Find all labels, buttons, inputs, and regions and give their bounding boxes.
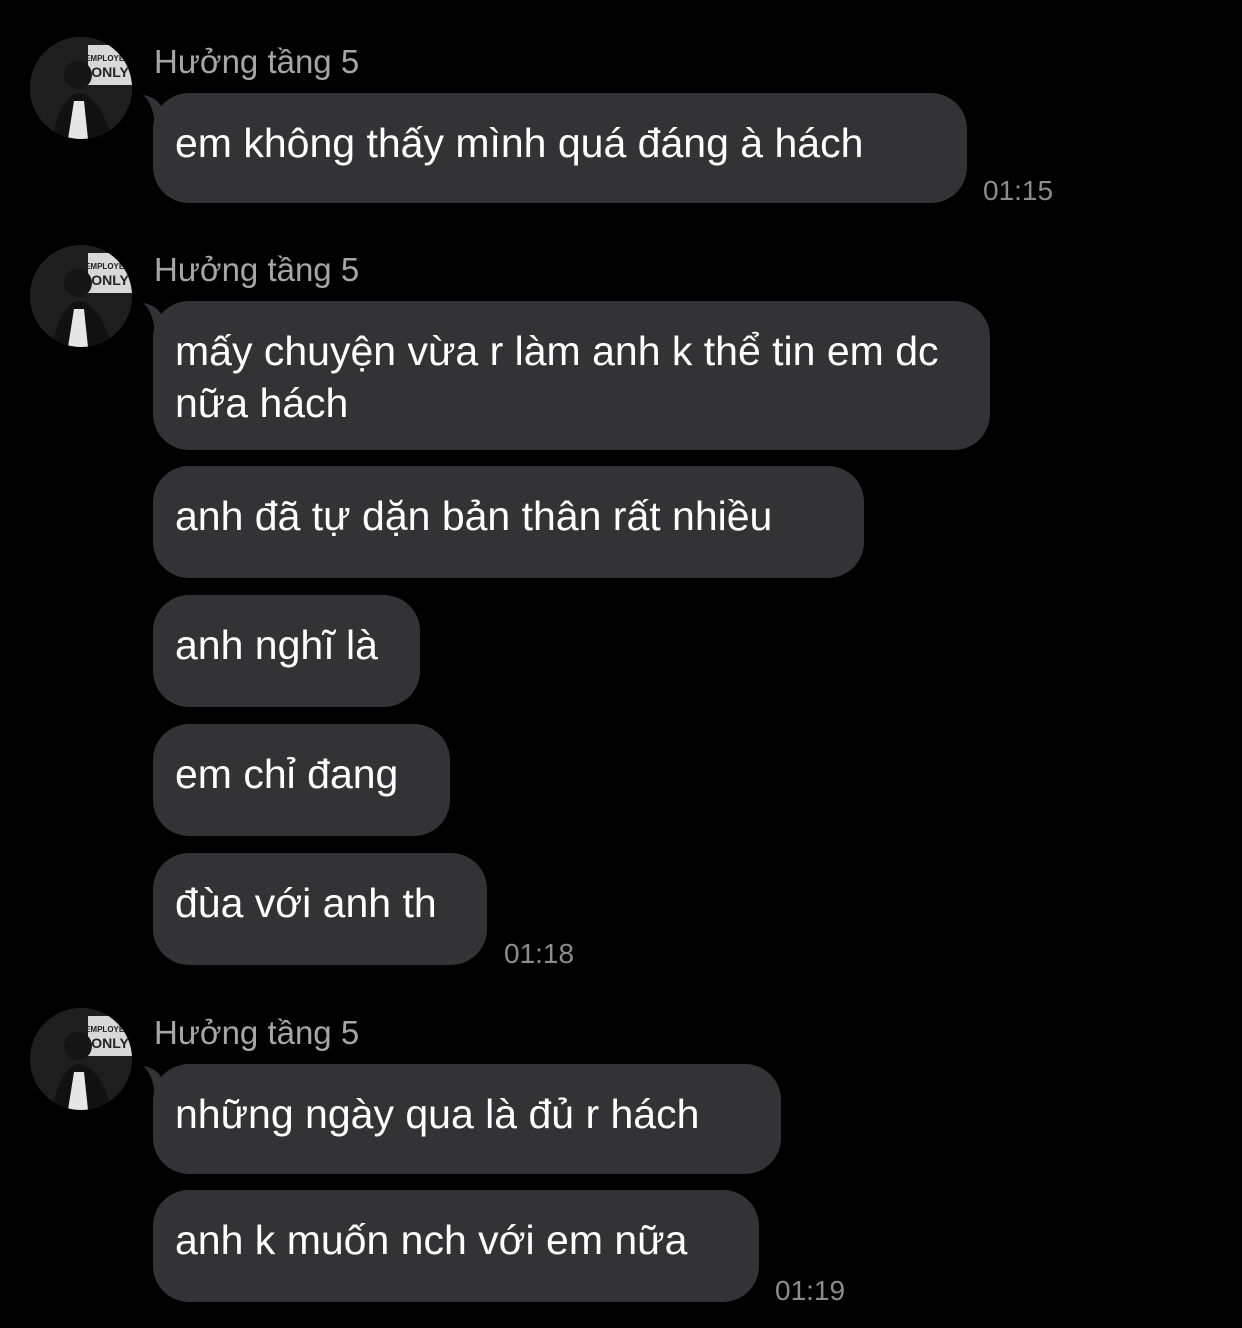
message-bubble[interactable]: đùa với anh th xyxy=(153,853,487,965)
message-bubble[interactable]: em không thấy mình quá đáng à hách xyxy=(153,93,967,203)
svg-text:EMPLOYEES: EMPLOYEES xyxy=(85,54,132,63)
svg-text:ONLY: ONLY xyxy=(91,1035,129,1051)
svg-text:EMPLOYEES: EMPLOYEES xyxy=(85,262,132,271)
contact-avatar[interactable]: EMPLOYEES ONLY xyxy=(30,245,132,347)
sender-name: Hưởng tầng 5 xyxy=(154,43,360,80)
message-bubble[interactable]: mấy chuyện vừa r làm anh k thể tin em dc… xyxy=(153,301,990,450)
svg-text:EMPLOYEES: EMPLOYEES xyxy=(85,1025,132,1034)
avatar-photo-icon: EMPLOYEES ONLY xyxy=(30,37,132,139)
message-timestamp: 01:15 xyxy=(983,175,1054,206)
contact-avatar[interactable]: EMPLOYEES ONLY xyxy=(30,37,132,139)
message-bubble[interactable]: anh k muốn nch với em nữa xyxy=(153,1190,759,1302)
chat-thread: EMPLOYEES ONLY Hưởng tầng 5 em không thấ… xyxy=(0,0,1242,1328)
message-bubble[interactable]: những ngày qua là đủ r hách xyxy=(153,1064,781,1174)
message-bubble[interactable]: em chỉ đang xyxy=(153,724,450,836)
sender-name: Hưởng tầng 5 xyxy=(154,1014,360,1051)
sender-name: Hưởng tầng 5 xyxy=(154,251,360,288)
message-bubble[interactable]: anh nghĩ là xyxy=(153,595,420,707)
avatar-photo-icon: EMPLOYEES ONLY xyxy=(30,1008,132,1110)
contact-avatar[interactable]: EMPLOYEES ONLY xyxy=(30,1008,132,1110)
message-timestamp: 01:18 xyxy=(504,938,575,969)
message-bubble[interactable]: anh đã tự dặn bản thân rất nhiều xyxy=(153,466,864,578)
svg-text:ONLY: ONLY xyxy=(91,64,129,80)
message-timestamp: 01:19 xyxy=(775,1275,846,1306)
svg-text:ONLY: ONLY xyxy=(91,272,129,288)
avatar-photo-icon: EMPLOYEES ONLY xyxy=(30,245,132,347)
